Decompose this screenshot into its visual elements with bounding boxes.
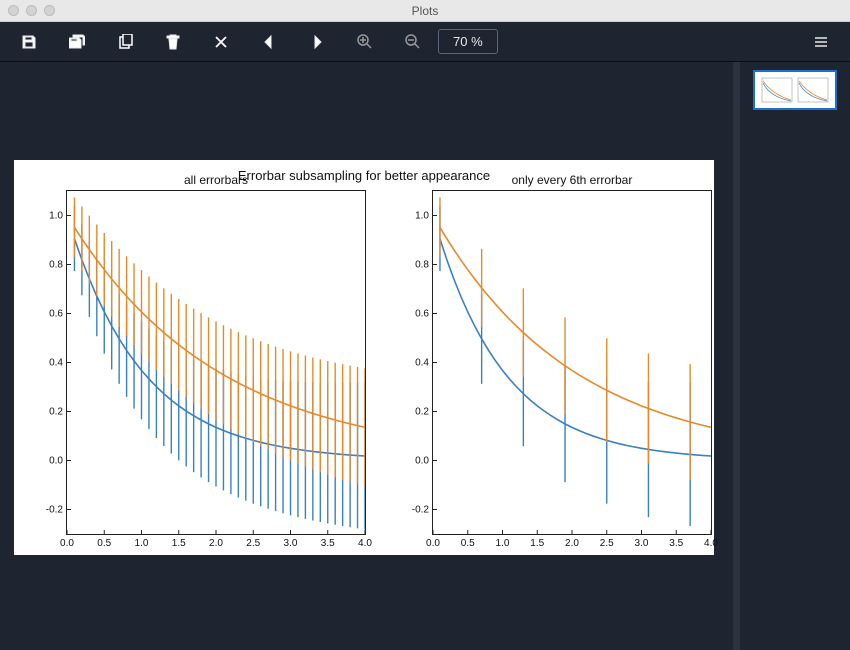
figure: Errorbar subsampling for better appearan… xyxy=(14,160,714,555)
subplot-title: all errorbars xyxy=(67,173,365,187)
y-tick-label: 0.2 xyxy=(401,406,429,417)
arrow-left-icon xyxy=(261,34,277,50)
plot-thumbnail[interactable] xyxy=(753,70,837,110)
x-tick-label: 1.0 xyxy=(135,538,149,549)
save-button[interactable] xyxy=(10,23,48,61)
subplot-left: all errorbars -0.20.00.20.40.60.81.00.00… xyxy=(66,190,366,535)
prev-button[interactable] xyxy=(250,23,288,61)
delete-button[interactable] xyxy=(154,23,192,61)
subplot-left-svg xyxy=(67,191,365,534)
x-tick-label: 3.5 xyxy=(321,538,335,549)
thumbnail-pane xyxy=(740,62,850,650)
y-tick-label: 0.2 xyxy=(35,406,63,417)
clear-all-button[interactable] xyxy=(202,23,240,61)
y-tick-label: 1.0 xyxy=(401,210,429,221)
maximize-window-icon[interactable] xyxy=(44,5,55,16)
copy-button[interactable] xyxy=(106,23,144,61)
x-tick-label: 3.0 xyxy=(635,538,649,549)
x-tick-label: 2.0 xyxy=(565,538,579,549)
x-tick-label: 2.5 xyxy=(246,538,260,549)
y-tick-label: 0.6 xyxy=(401,308,429,319)
save-all-button[interactable] xyxy=(58,23,96,61)
close-window-icon[interactable] xyxy=(8,5,19,16)
x-tick-label: 4.0 xyxy=(704,538,718,549)
x-tick-label: 0.5 xyxy=(461,538,475,549)
minimize-window-icon[interactable] xyxy=(26,5,37,16)
next-button[interactable] xyxy=(298,23,336,61)
x-tick-label: 2.5 xyxy=(600,538,614,549)
copy-icon xyxy=(117,34,133,50)
window-titlebar: Plots xyxy=(0,0,850,22)
subplot-title: only every 6th errorbar xyxy=(433,173,711,187)
x-tick-label: 1.0 xyxy=(496,538,510,549)
x-tick-label: 0.0 xyxy=(60,538,74,549)
y-tick-label: -0.2 xyxy=(401,504,429,515)
x-tick-label: 1.5 xyxy=(530,538,544,549)
y-tick-label: 0.0 xyxy=(35,455,63,466)
y-tick-label: 0.8 xyxy=(401,259,429,270)
zoom-in-icon xyxy=(357,34,373,50)
window-controls xyxy=(8,5,55,16)
y-tick-label: 0.8 xyxy=(35,259,63,270)
clear-all-icon xyxy=(213,34,229,50)
content-area: Errorbar subsampling for better appearan… xyxy=(0,62,850,650)
trash-icon xyxy=(165,34,181,50)
save-icon xyxy=(21,34,37,50)
plot-pane[interactable]: Errorbar subsampling for better appearan… xyxy=(0,62,733,650)
menu-button[interactable] xyxy=(802,23,840,61)
y-tick-label: 0.0 xyxy=(401,455,429,466)
y-tick-label: 0.4 xyxy=(401,357,429,368)
zoom-level[interactable]: 70 % xyxy=(438,29,498,54)
x-tick-label: 4.0 xyxy=(358,538,372,549)
arrow-right-icon xyxy=(309,34,325,50)
hamburger-icon xyxy=(813,34,829,50)
x-tick-label: 3.5 xyxy=(669,538,683,549)
subplot-right: only every 6th errorbar -0.20.00.20.40.6… xyxy=(432,190,712,535)
save-all-icon xyxy=(69,34,85,50)
y-tick-label: 1.0 xyxy=(35,210,63,221)
x-tick-label: 0.5 xyxy=(97,538,111,549)
zoom-in-button[interactable] xyxy=(346,23,384,61)
x-tick-label: 0.0 xyxy=(426,538,440,549)
x-tick-label: 1.5 xyxy=(172,538,186,549)
thumbnail-svg xyxy=(758,75,832,105)
subplot-right-svg xyxy=(433,191,711,534)
y-tick-label: 0.4 xyxy=(35,357,63,368)
zoom-out-button[interactable] xyxy=(394,23,432,61)
x-tick-label: 3.0 xyxy=(284,538,298,549)
zoom-out-icon xyxy=(405,34,421,50)
y-tick-label: 0.6 xyxy=(35,308,63,319)
scrollbar[interactable] xyxy=(733,62,740,650)
y-tick-label: -0.2 xyxy=(35,504,63,515)
window-title: Plots xyxy=(0,4,850,18)
x-tick-label: 2.0 xyxy=(209,538,223,549)
toolbar: 70 % xyxy=(0,22,850,62)
